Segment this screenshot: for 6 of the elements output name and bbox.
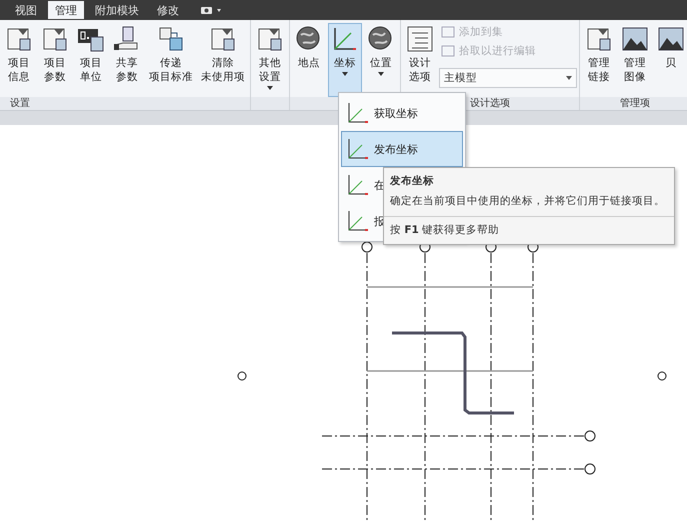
panel-label: 设置: [10, 98, 30, 109]
tooltip-help: 按 F1 键获得更多帮助: [384, 216, 674, 244]
tooltip-title: 发布坐标: [388, 174, 435, 189]
panel-label: 管理项: [620, 98, 650, 109]
tooltip-text: 确定在当前项目中使用的坐标，并将它们用于链接项目。: [389, 194, 666, 209]
panel-label: 设计选项: [470, 98, 510, 109]
